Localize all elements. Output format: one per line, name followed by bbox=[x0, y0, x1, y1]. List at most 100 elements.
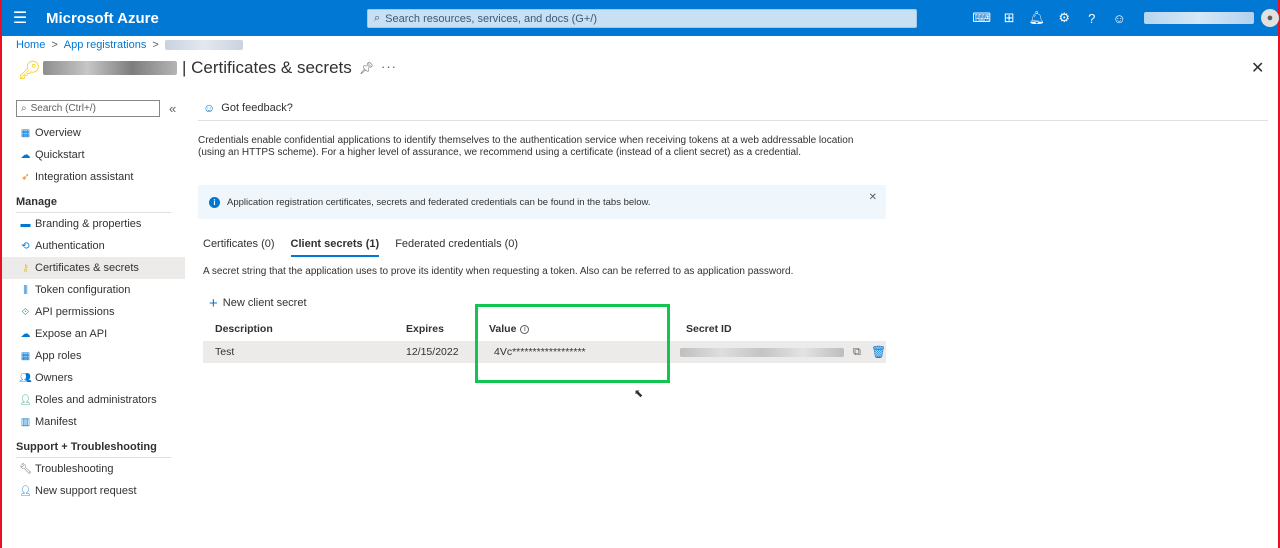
collapse-sidebar-icon[interactable]: « bbox=[169, 101, 176, 116]
expose-api-icon: ☁ bbox=[20, 328, 31, 340]
cloud-shell-icon[interactable]: ⌨ bbox=[968, 0, 996, 36]
close-icon[interactable]: ✕ bbox=[869, 192, 877, 203]
authentication-icon: ⟲ bbox=[21, 240, 30, 252]
help-icon[interactable]: ? bbox=[1078, 0, 1106, 36]
sidebar-item-label: Token configuration bbox=[35, 284, 131, 296]
copy-icon[interactable]: ⧉ bbox=[853, 346, 861, 359]
sidebar-item-expose-api[interactable]: ☁ Expose an API bbox=[2, 323, 185, 345]
sidebar-item-overview[interactable]: ▦ Overview bbox=[2, 122, 185, 144]
global-search-input[interactable] bbox=[380, 10, 916, 27]
secret-id-redacted[interactable] bbox=[680, 348, 844, 357]
avatar[interactable]: ● bbox=[1261, 9, 1279, 27]
sidebar-search-input[interactable] bbox=[26, 103, 159, 114]
sidebar-item-label: New support request bbox=[35, 485, 137, 497]
sidebar-item-owners[interactable]: 👥︎ Owners bbox=[2, 367, 185, 389]
sidebar-item-label: Manifest bbox=[35, 416, 77, 428]
credentials-description: Credentials enable confidential applicat… bbox=[198, 135, 854, 158]
credential-tabs: Certificates (0) Client secrets (1) Fede… bbox=[203, 238, 534, 257]
sidebar-item-quickstart[interactable]: ☁ Quickstart bbox=[2, 144, 185, 166]
mouse-cursor-icon: ⬉ bbox=[634, 388, 644, 400]
column-header-description: Description bbox=[215, 323, 273, 335]
directory-filter-icon[interactable]: ⊞ bbox=[996, 0, 1024, 36]
branding-icon: ▬ bbox=[20, 218, 31, 230]
sidebar-item-api-permissions[interactable]: ⟐ API permissions bbox=[2, 301, 185, 323]
token-configuration-icon: ⫼ bbox=[23, 284, 28, 296]
breadcrumb-app-name-redacted[interactable] bbox=[164, 40, 243, 50]
sidebar-item-token-configuration[interactable]: ⫼ Token configuration bbox=[2, 279, 185, 301]
support-heading: Support + Troubleshooting bbox=[16, 441, 157, 453]
breadcrumb-home[interactable]: Home bbox=[16, 39, 45, 51]
hamburger-menu-icon[interactable]: ☰ bbox=[2, 0, 38, 36]
key-icon: 🔑︎ bbox=[18, 60, 41, 80]
feedback-icon[interactable]: ☺ bbox=[1106, 0, 1134, 36]
tab-federated-credentials[interactable]: Federated credentials (0) bbox=[395, 238, 518, 257]
api-permissions-icon: ⟐ bbox=[21, 306, 30, 318]
sidebar-item-label: Expose an API bbox=[35, 328, 108, 340]
new-client-secret-label: New client secret bbox=[222, 297, 307, 309]
column-header-expires: Expires bbox=[406, 323, 444, 335]
new-client-secret-button[interactable]: + New client secret bbox=[209, 294, 307, 312]
roles-administrators-icon: 👤︎ bbox=[19, 394, 32, 406]
sidebar-item-certificates-secrets[interactable]: ⚷ Certificates & secrets bbox=[2, 257, 185, 279]
feedback-button[interactable]: ☺ Got feedback? bbox=[203, 101, 293, 115]
brand-title[interactable]: Microsoft Azure bbox=[46, 10, 159, 27]
sidebar-item-label: Authentication bbox=[35, 240, 105, 252]
app-name-redacted bbox=[43, 61, 177, 75]
more-options-icon[interactable]: ··· bbox=[381, 59, 397, 74]
notifications-icon[interactable]: 🔔︎ bbox=[1023, 0, 1051, 36]
close-icon[interactable]: ✕ bbox=[1251, 58, 1264, 78]
column-header-secret-id: Secret ID bbox=[686, 323, 732, 335]
key-icon: ⚷ bbox=[21, 262, 30, 274]
sidebar-item-integration-assistant[interactable]: ➶ Integration assistant bbox=[2, 166, 185, 188]
sidebar-item-label: Certificates & secrets bbox=[35, 262, 139, 274]
sidebar-search[interactable]: ⌕ bbox=[16, 100, 160, 117]
client-secrets-description: A secret string that the application use… bbox=[203, 266, 794, 277]
sidebar-item-new-support-request[interactable]: 👤︎ New support request bbox=[2, 480, 185, 502]
sidebar-nav: ▦ Overview ☁ Quickstart ➶ Integration as… bbox=[2, 122, 185, 502]
sidebar-item-branding[interactable]: ▬ Branding & properties bbox=[2, 213, 185, 235]
sidebar-item-roles-administrators[interactable]: 👤︎ Roles and administrators bbox=[2, 389, 185, 411]
sidebar-item-label: Integration assistant bbox=[35, 171, 134, 183]
breadcrumb-separator-icon: > bbox=[152, 39, 159, 51]
manage-heading: Manage bbox=[16, 196, 57, 208]
sidebar-item-label: Overview bbox=[35, 127, 81, 139]
value-highlight-box bbox=[475, 304, 670, 383]
info-banner-text: Application registration certificates, s… bbox=[227, 196, 651, 208]
account-name-redacted[interactable] bbox=[1144, 12, 1254, 24]
quickstart-icon: ☁ bbox=[20, 149, 31, 161]
support-person-icon: 👤︎ bbox=[19, 485, 32, 497]
overview-icon: ▦ bbox=[20, 127, 31, 139]
delete-icon[interactable]: 🗑︎ bbox=[871, 345, 886, 359]
sidebar-item-label: Troubleshooting bbox=[35, 463, 114, 475]
sidebar-item-app-roles[interactable]: ▦ App roles bbox=[2, 345, 185, 367]
secret-description-cell: Test bbox=[215, 346, 235, 358]
top-bar: ☰ Microsoft Azure ⌕ ⌨ ⊞ 🔔︎ ⚙ ? ☺ ● bbox=[2, 0, 1279, 36]
sidebar-item-label: Owners bbox=[35, 372, 73, 384]
info-banner: i Application registration certificates,… bbox=[198, 185, 886, 219]
sidebar-item-label: API permissions bbox=[35, 306, 115, 318]
feedback-icon: ☺ bbox=[203, 101, 216, 115]
feedback-label: Got feedback? bbox=[221, 102, 293, 114]
sidebar-item-manifest[interactable]: ▥ Manifest bbox=[2, 411, 185, 433]
settings-icon[interactable]: ⚙ bbox=[1051, 0, 1079, 36]
secret-expires-cell: 12/15/2022 bbox=[406, 346, 459, 358]
manifest-icon: ▥ bbox=[20, 416, 31, 428]
app-roles-icon: ▦ bbox=[20, 350, 31, 362]
breadcrumb: Home > App registrations > bbox=[16, 39, 243, 51]
sidebar-item-label: Roles and administrators bbox=[35, 394, 157, 406]
rocket-icon: ➶ bbox=[21, 171, 30, 183]
plus-icon: + bbox=[209, 294, 218, 312]
sidebar-item-label: App roles bbox=[35, 350, 82, 362]
sidebar-item-troubleshooting[interactable]: 🔧︎ Troubleshooting bbox=[2, 458, 185, 480]
sidebar-item-authentication[interactable]: ⟲ Authentication bbox=[2, 235, 185, 257]
global-search[interactable]: ⌕ bbox=[367, 9, 917, 28]
pin-icon[interactable]: 📌︎ bbox=[359, 61, 374, 75]
tab-client-secrets[interactable]: Client secrets (1) bbox=[290, 238, 380, 257]
tab-certificates[interactable]: Certificates (0) bbox=[203, 238, 275, 257]
breadcrumb-separator-icon: > bbox=[51, 39, 58, 51]
divider bbox=[198, 120, 1268, 121]
breadcrumb-app-registrations[interactable]: App registrations bbox=[64, 39, 147, 51]
sidebar-item-label: Quickstart bbox=[35, 149, 85, 161]
sidebar-item-label: Branding & properties bbox=[35, 218, 142, 230]
wrench-icon: 🔧︎ bbox=[19, 463, 32, 475]
